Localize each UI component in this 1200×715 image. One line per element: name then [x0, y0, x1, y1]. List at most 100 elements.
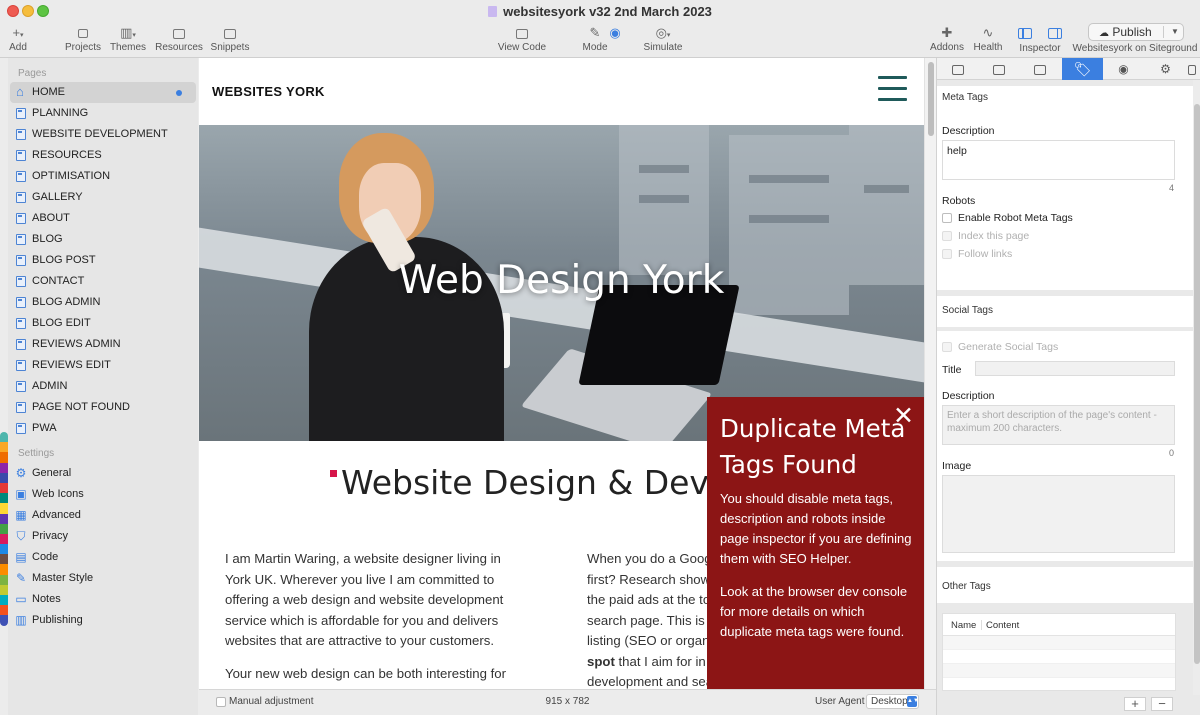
- add-tag-button[interactable]: +: [1124, 697, 1146, 711]
- image-icon: [154, 24, 204, 41]
- color-swatch: [0, 554, 8, 565]
- description-field[interactable]: help: [942, 140, 1175, 180]
- tab-page-layout[interactable]: [937, 58, 978, 80]
- sidebar-page-pwa[interactable]: PWA: [8, 418, 198, 439]
- hamburger-icon[interactable]: [878, 76, 907, 79]
- health-button[interactable]: ∿ Health: [970, 24, 1006, 53]
- follow-links-label: Follow links: [958, 248, 1013, 260]
- simulate-button[interactable]: ◎▾ Simulate: [640, 24, 686, 53]
- hamburger-icon[interactable]: [878, 87, 907, 90]
- add-button[interactable]: +▾ Add: [4, 24, 32, 53]
- tab-circle[interactable]: ◉: [1103, 58, 1144, 80]
- close-icon[interactable]: ✕: [893, 403, 914, 429]
- sidebar-page-planning[interactable]: PLANNING: [8, 103, 198, 124]
- follow-links-checkbox[interactable]: [942, 249, 952, 259]
- right-panel-toggle[interactable]: [1043, 24, 1067, 41]
- sidebar-page-blog-edit[interactable]: BLOG EDIT: [8, 313, 198, 334]
- sidebar-item-label: Privacy: [32, 530, 69, 542]
- tab-header-layout[interactable]: [1019, 58, 1060, 80]
- view-code-button[interactable]: View Code: [496, 24, 548, 53]
- sidebar-setting-master-style[interactable]: ✎ Master Style: [8, 568, 198, 589]
- publish-target: Websitesyork on Siteground: [1072, 43, 1198, 54]
- color-swatch: [0, 615, 8, 626]
- left-panel-toggle[interactable]: [1013, 24, 1037, 41]
- social-image-well[interactable]: [942, 475, 1175, 553]
- sidebar-item-label: REVIEWS ADMIN: [32, 338, 121, 350]
- publish-button[interactable]: ☁ Publish ▼: [1088, 23, 1184, 41]
- color-swatch: [0, 452, 8, 463]
- plus-icon: +▾: [12, 25, 24, 40]
- sidebar-page-optimisation[interactable]: OPTIMISATION: [8, 166, 198, 187]
- sidebar-page-resources[interactable]: RESOURCES: [8, 145, 198, 166]
- sidebar-page-website-development[interactable]: WEBSITE DEVELOPMENT: [8, 124, 198, 145]
- tab-seo-tags[interactable]: 🏷︎: [1062, 58, 1103, 80]
- sidebar-setting-privacy[interactable]: ⛉ Privacy: [8, 526, 198, 547]
- scrollbar-thumb[interactable]: [1194, 104, 1200, 664]
- page-icon: [16, 171, 26, 182]
- table-row[interactable]: [943, 636, 1175, 650]
- hero-title: Web Design York: [398, 258, 725, 303]
- table-row[interactable]: [943, 664, 1175, 678]
- other-tags-table[interactable]: Name Content: [942, 613, 1176, 691]
- sidebar-setting-general[interactable]: ⚙ General: [8, 463, 198, 484]
- content-column-header[interactable]: Content: [986, 620, 1019, 631]
- sidebar-page-blog-post[interactable]: BLOG POST: [8, 250, 198, 271]
- index-page-label: Index this page: [958, 230, 1030, 242]
- chevron-down-icon[interactable]: ▼: [1171, 24, 1179, 40]
- sidebar-item-label: WEBSITE DEVELOPMENT: [32, 128, 168, 140]
- left-panel-icon: [1013, 24, 1037, 41]
- index-page-checkbox[interactable]: [942, 231, 952, 241]
- page-icon: [16, 234, 26, 245]
- sidebar-page-blog[interactable]: BLOG: [8, 229, 198, 250]
- notes-icon: ▭: [15, 592, 27, 606]
- page-icon: [16, 129, 26, 140]
- color-swatch: [0, 605, 8, 616]
- addons-button[interactable]: ✚ Addons: [928, 24, 966, 53]
- canvas-scrollbar[interactable]: [924, 58, 936, 689]
- page-list: ⌂ HOME PLANNING WEBSITE DEVELOPMENT RESOURCE…: [8, 82, 198, 439]
- resources-button[interactable]: Resources: [154, 24, 204, 53]
- sidebar-page-page-not-found[interactable]: PAGE NOT FOUND: [8, 397, 198, 418]
- sidebar-page-blog-admin[interactable]: BLOG ADMIN: [8, 292, 198, 313]
- tab-sidebar-layout[interactable]: [978, 58, 1019, 80]
- tag-icon: 🏷︎: [1073, 61, 1092, 77]
- themes-button[interactable]: ▥▾ Themes: [108, 24, 148, 53]
- social-description-field[interactable]: Enter a short description of the page's …: [942, 405, 1175, 445]
- circle-icon: ◉: [1118, 62, 1129, 76]
- tab-settings[interactable]: ⚙: [1145, 58, 1186, 80]
- enable-robot-meta-tags-checkbox[interactable]: [942, 213, 952, 223]
- sidebar-setting-notes[interactable]: ▭ Notes: [8, 589, 198, 610]
- sidebar-item-label: Code: [32, 551, 59, 563]
- sidebar-page-about[interactable]: ABOUT: [8, 208, 198, 229]
- user-agent-select[interactable]: Desktop ▲▼: [866, 694, 919, 709]
- sidebar-setting-advanced[interactable]: ▦ Advanced: [8, 505, 198, 526]
- sidebar-item-label: GALLERY: [32, 191, 83, 203]
- color-swatch: [0, 544, 8, 555]
- sidebar-setting-publishing[interactable]: ▥ Publishing: [8, 610, 198, 631]
- projects-button[interactable]: Projects: [62, 24, 104, 53]
- sidebar-setting-web-icons[interactable]: ▣ Web Icons: [8, 484, 198, 505]
- sidebar-page-home[interactable]: ⌂ HOME: [10, 82, 196, 103]
- sidebar-setting-code[interactable]: ▤ Code: [8, 547, 198, 568]
- site-logo[interactable]: WEBSITES YORK: [212, 84, 325, 99]
- tab-more[interactable]: [1183, 58, 1200, 80]
- snippets-button[interactable]: Snippets: [208, 24, 252, 53]
- sidebar-page-admin[interactable]: ADMIN: [8, 376, 198, 397]
- sidebar-page-reviews-edit[interactable]: REVIEWS EDIT: [8, 355, 198, 376]
- inspector-scrollbar[interactable]: [1193, 80, 1200, 700]
- color-strip: [0, 432, 8, 626]
- name-column-header[interactable]: Name: [951, 620, 976, 631]
- sidebar-page-contact[interactable]: CONTACT: [8, 271, 198, 292]
- social-title-field[interactable]: [975, 361, 1175, 376]
- remove-tag-button[interactable]: −: [1151, 697, 1173, 711]
- table-row[interactable]: [943, 650, 1175, 664]
- sidebar-page-reviews-admin[interactable]: REVIEWS ADMIN: [8, 334, 198, 355]
- sidebar-item-label: BLOG ADMIN: [32, 296, 101, 308]
- code-icon: [496, 24, 548, 41]
- sidebar-page-gallery[interactable]: GALLERY: [8, 187, 198, 208]
- generate-social-tags-checkbox[interactable]: [942, 342, 952, 352]
- hamburger-icon[interactable]: [878, 98, 907, 101]
- mode-button[interactable]: ✎ Mode: [580, 24, 610, 53]
- scrollbar-thumb[interactable]: [928, 62, 934, 136]
- more-icon: [1188, 64, 1196, 75]
